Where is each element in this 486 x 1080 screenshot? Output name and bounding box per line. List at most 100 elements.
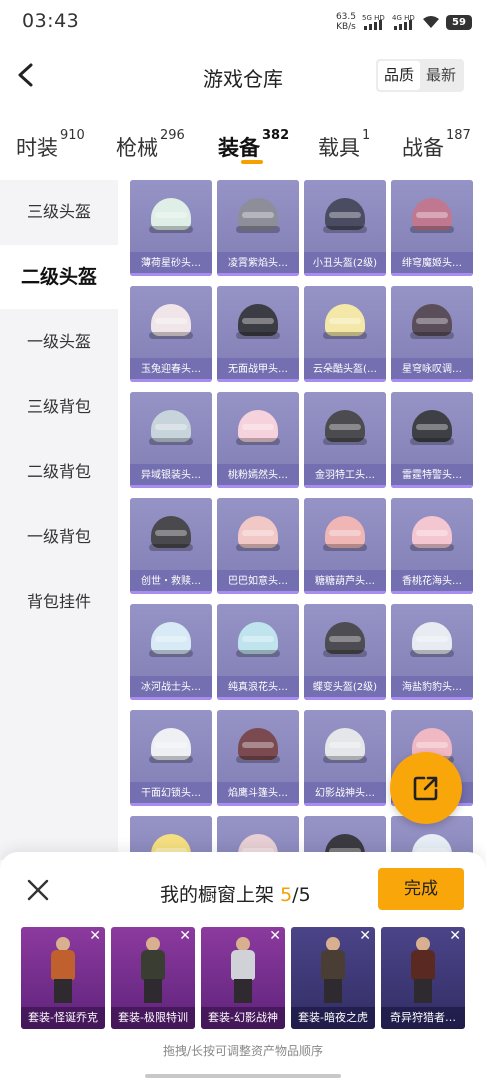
helmet-brim (323, 438, 367, 445)
helmet-band (155, 318, 187, 324)
item-tile[interactable]: 幻影战神头… (304, 710, 386, 806)
helmet-icon (147, 402, 195, 450)
showcase-slot[interactable]: ✕ 套装-极限特训 (111, 927, 195, 1029)
tab-fashion[interactable]: 时装910 (16, 128, 85, 162)
sort-newest-button[interactable]: 最新 (420, 61, 462, 90)
item-tile[interactable]: 蝶变头盔(2级) (304, 604, 386, 700)
item-tile[interactable]: 玉兔迎春头… (130, 286, 212, 382)
item-tile[interactable]: 香桃花海头… (391, 498, 473, 594)
slot-label: 套装-暗夜之虎 (291, 1007, 375, 1029)
helmet-band (416, 212, 448, 218)
item-tile[interactable]: 薄荷星砂头… (130, 180, 212, 276)
showcase-slot[interactable]: ✕ 奇异狩猎者… (381, 927, 465, 1029)
helmet-icon (234, 296, 282, 344)
remove-slot-icon[interactable]: ✕ (359, 929, 371, 943)
helmet-icon (234, 402, 282, 450)
item-tile[interactable]: 雷霆特警头… (391, 392, 473, 488)
item-tile[interactable]: 绯穹魔姬头… (391, 180, 473, 276)
remove-slot-icon[interactable]: ✕ (179, 929, 191, 943)
sidebar-item-level1-helmet[interactable]: 一级头盔 (0, 310, 118, 374)
showcase-slot[interactable]: ✕ 套装-暗夜之虎 (291, 927, 375, 1029)
outfit-figure-icon (405, 937, 441, 1003)
helmet-band (242, 530, 274, 536)
item-tile[interactable]: 桃粉嫣然头… (217, 392, 299, 488)
remove-slot-icon[interactable]: ✕ (449, 929, 461, 943)
tab-battle-gear[interactable]: 战备187 (402, 128, 471, 162)
helmet-icon (321, 296, 369, 344)
item-tile[interactable]: 冰河战士头… (130, 604, 212, 700)
item-tile[interactable]: 无面战甲头… (217, 286, 299, 382)
helmet-brim (236, 226, 280, 233)
tab-firearms[interactable]: 枪械296 (116, 128, 185, 162)
item-tile[interactable]: 云朵酷头盔(… (304, 286, 386, 382)
helmet-band (155, 636, 187, 642)
sort-quality-button[interactable]: 品质 (377, 61, 420, 90)
rarity-stripe (130, 379, 212, 382)
remove-slot-icon[interactable]: ✕ (269, 929, 281, 943)
battery-icon: 59 (446, 14, 472, 30)
slot-label: 套装-极限特训 (111, 1007, 195, 1029)
helmet-brim (410, 650, 454, 657)
showcase-slot[interactable]: ✕ 套装-怪诞乔克 (21, 927, 105, 1029)
sidebar-item-level3-helmet[interactable]: 三级头盔 (0, 180, 118, 244)
item-tile[interactable]: 星穹咏叹调… (391, 286, 473, 382)
home-indicator[interactable] (145, 1074, 341, 1078)
figure-body (321, 950, 345, 980)
helmet-band (416, 530, 448, 536)
rarity-stripe (304, 803, 386, 806)
tab-vehicles[interactable]: 载具1 (318, 128, 370, 162)
rarity-stripe (217, 273, 299, 276)
helmet-brim (323, 756, 367, 763)
item-tile[interactable]: 干面幻锁头… (130, 710, 212, 806)
rarity-stripe (130, 273, 212, 276)
outfit-figure-icon (45, 937, 81, 1003)
sidebar-item-level2-backpack[interactable]: 二级背包 (0, 440, 118, 504)
close-panel-button[interactable] (26, 878, 50, 902)
helmet-icon (234, 614, 282, 662)
sort-toggle: 品质 最新 (375, 59, 464, 92)
helmet-brim (149, 226, 193, 233)
item-tile[interactable]: 纯真浪花头… (217, 604, 299, 700)
item-tile[interactable]: 凌霄紫焰头… (217, 180, 299, 276)
item-tile[interactable]: 糖糖葫芦头… (304, 498, 386, 594)
item-tile[interactable]: 创世・救赎… (130, 498, 212, 594)
figure-head (326, 937, 340, 951)
share-fab-button[interactable] (390, 752, 462, 824)
showcase-slot[interactable]: ✕ 套装-幻影战神 (201, 927, 285, 1029)
item-tile[interactable]: 焰鹰斗篷头… (217, 710, 299, 806)
item-tile[interactable]: 异域银装头… (130, 392, 212, 488)
rarity-stripe (217, 803, 299, 806)
rarity-stripe (217, 697, 299, 700)
item-tile[interactable]: 金羽特工头… (304, 392, 386, 488)
item-tile[interactable]: 巴巴如意头… (217, 498, 299, 594)
helmet-brim (149, 544, 193, 551)
rarity-stripe (217, 485, 299, 488)
helmet-band (416, 636, 448, 642)
helmet-band (155, 212, 187, 218)
helmet-icon (234, 190, 282, 238)
done-button[interactable]: 完成 (378, 868, 464, 910)
sidebar-item-level3-backpack[interactable]: 三级背包 (0, 375, 118, 439)
helmet-icon (408, 296, 456, 344)
sidebar-item-level2-helmet[interactable]: 二级头盔 (0, 245, 118, 309)
remove-slot-icon[interactable]: ✕ (89, 929, 101, 943)
item-tile[interactable]: 小丑头盔(2级) (304, 180, 386, 276)
helmet-band (242, 424, 274, 430)
helmet-icon (321, 720, 369, 768)
helmet-band (416, 424, 448, 430)
item-tile[interactable]: 海盐豹豹头… (391, 604, 473, 700)
showcase-current-count: 5 (280, 884, 293, 906)
showcase-panel: 我的橱窗上架 5/5 完成 ✕ 套装-怪诞乔克 ✕ 套装-极限特训 ✕ 套装-幻影战神 ✕ 套… (0, 852, 486, 1080)
showcase-slots: ✕ 套装-怪诞乔克 ✕ 套装-极限特训 ✕ 套装-幻影战神 ✕ 套装-暗夜之虎 ✕ 奇异狩猎者… (21, 927, 471, 1029)
helmet-icon (408, 508, 456, 556)
helmet-brim (410, 332, 454, 339)
sidebar-item-level1-backpack[interactable]: 一级背包 (0, 505, 118, 569)
status-bar: 03:43 63.5 KB/s 5G HD 4G HD 59 (0, 0, 486, 44)
rarity-stripe (130, 803, 212, 806)
rarity-stripe (130, 697, 212, 700)
helmet-brim (149, 438, 193, 445)
helmet-band (329, 636, 361, 642)
tab-equipment[interactable]: 装备382 (218, 128, 289, 162)
sidebar-item-backpack-charm[interactable]: 背包挂件 (0, 570, 118, 634)
helmet-icon (321, 402, 369, 450)
